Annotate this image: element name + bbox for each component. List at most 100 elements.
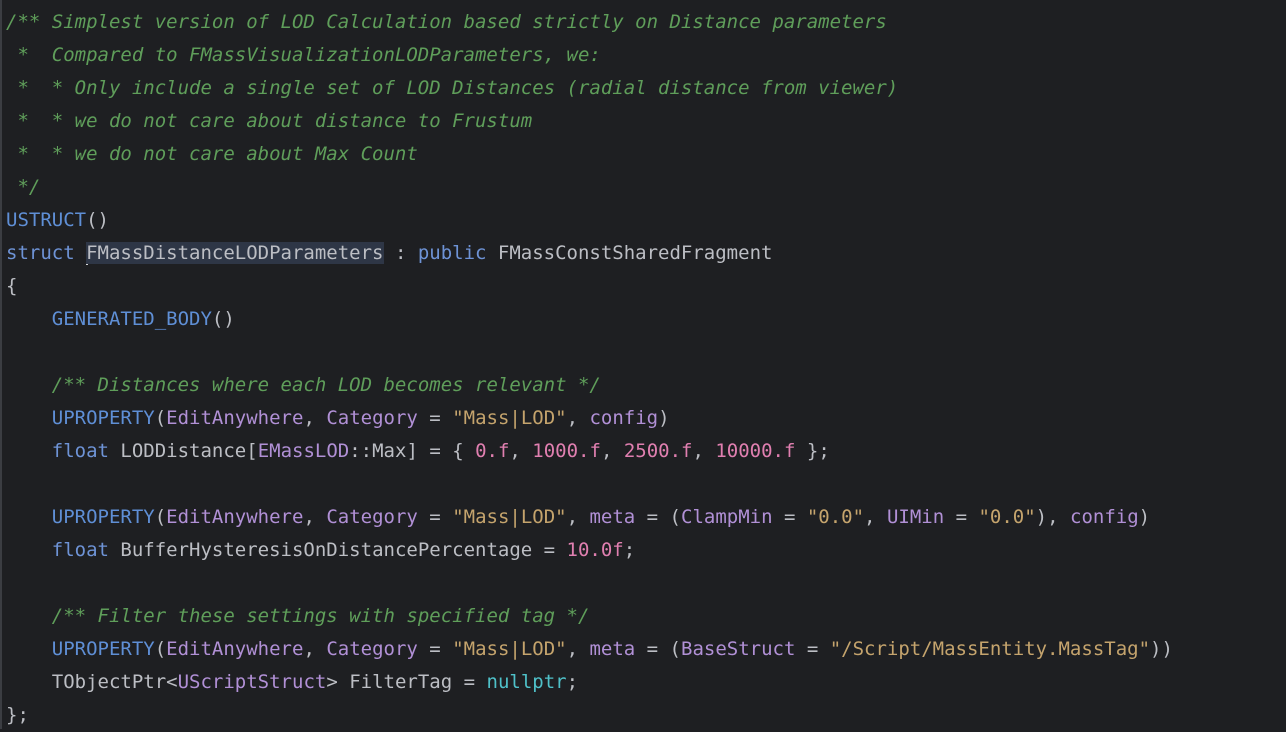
code-line[interactable]: { bbox=[6, 270, 17, 303]
code-token-punct: , bbox=[600, 440, 624, 462]
code-line[interactable]: */ bbox=[6, 171, 40, 204]
code-token-macro: UPROPERTY bbox=[51, 638, 155, 660]
code-token-punct: [ bbox=[246, 440, 258, 462]
code-token-str: "/Script/MassEntity.MassTag" bbox=[829, 638, 1151, 660]
code-token-punct: , bbox=[303, 506, 327, 528]
code-token-punct: = bbox=[452, 671, 487, 693]
code-token-num: 10000.f bbox=[715, 440, 796, 462]
code-line[interactable]: UPROPERTY(EditAnywhere, Category = "Mass… bbox=[6, 633, 1173, 666]
code-token-comment: * * Only include a single set of LOD Dis… bbox=[6, 77, 899, 99]
code-token-punct: , bbox=[566, 638, 590, 660]
code-token-punct: = bbox=[772, 506, 807, 528]
code-token-str: "0.0" bbox=[978, 506, 1036, 528]
code-token-ident: LODDistance bbox=[120, 440, 247, 462]
code-token-ident: TObjectPtr bbox=[51, 671, 167, 693]
code-token-param: Category bbox=[326, 506, 418, 528]
code-line[interactable]: * Compared to FMassVisualizationLODParam… bbox=[6, 39, 600, 72]
code-editor[interactable]: /** Simplest version of LOD Calculation … bbox=[0, 0, 1286, 729]
code-token-str: "Mass|LOD" bbox=[452, 506, 567, 528]
code-token-str: "Mass|LOD" bbox=[452, 638, 567, 660]
code-token-null: nullptr bbox=[486, 671, 567, 693]
code-token-param: EditAnywhere bbox=[166, 407, 304, 429]
code-token-punct: ) bbox=[658, 407, 670, 429]
code-token-param: meta bbox=[589, 638, 636, 660]
code-token-kw: public bbox=[417, 242, 498, 264]
code-token-param: ClampMin bbox=[681, 506, 773, 528]
code-token-punct: = ( bbox=[635, 506, 681, 528]
code-token-punct: = bbox=[532, 539, 567, 561]
code-token-punct: }; bbox=[795, 440, 830, 462]
code-token-kw: float bbox=[51, 440, 121, 462]
code-line[interactable]: }; bbox=[6, 699, 29, 732]
code-line[interactable]: * * we do not care about distance to Fru… bbox=[6, 105, 532, 138]
code-token-ident: Max bbox=[372, 440, 407, 462]
code-token-macro: UPROPERTY bbox=[51, 506, 155, 528]
code-token-punct: }; bbox=[6, 704, 29, 726]
code-token-comment: /** Filter these settings with specified… bbox=[51, 605, 590, 627]
code-token-punct: , bbox=[692, 440, 716, 462]
code-token-kw: struct bbox=[6, 242, 87, 264]
code-token-punct: , bbox=[864, 506, 887, 528]
code-token-str: "Mass|LOD" bbox=[452, 407, 567, 429]
code-token-kw: float bbox=[51, 539, 121, 561]
code-token-punct: ; bbox=[623, 539, 636, 561]
code-token-param: UIMin bbox=[886, 506, 945, 528]
code-token-punct: , bbox=[566, 407, 590, 429]
code-line[interactable]: struct FMassDistanceLODParameters : publ… bbox=[6, 237, 772, 270]
code-token-macro: USTRUCT bbox=[6, 209, 87, 231]
code-token-param: Category bbox=[326, 407, 418, 429]
code-token-ident: FMassDistanceLODParameters bbox=[86, 242, 384, 264]
code-token-punct: ( bbox=[154, 407, 167, 429]
code-token-punct: : bbox=[383, 242, 418, 264]
code-token-punct: )) bbox=[1150, 638, 1173, 660]
code-token-punct: = bbox=[417, 506, 453, 528]
code-token-punct: :: bbox=[349, 440, 373, 462]
code-token-macro: GENERATED_BODY bbox=[51, 308, 212, 330]
code-token-num: 2500.f bbox=[623, 440, 693, 462]
code-token-punct: () bbox=[211, 308, 235, 330]
code-token-punct: = bbox=[417, 407, 453, 429]
code-token-punct: < bbox=[166, 671, 178, 693]
code-token-punct: { bbox=[6, 275, 18, 297]
code-token-punct: ) bbox=[1138, 506, 1151, 528]
code-token-param: EditAnywhere bbox=[166, 506, 304, 528]
code-token-macro: UPROPERTY bbox=[51, 407, 155, 429]
code-line[interactable]: /** Distances where each LOD becomes rel… bbox=[6, 369, 601, 402]
code-token-ident: BufferHysteresisOnDistancePercentage bbox=[120, 539, 533, 561]
code-line[interactable]: float LODDistance[EMassLOD::Max] = { 0.f… bbox=[6, 435, 830, 468]
code-line[interactable]: UPROPERTY(EditAnywhere, Category = "Mass… bbox=[6, 402, 670, 435]
code-token-punct: > bbox=[326, 671, 350, 693]
code-token-param: meta bbox=[589, 506, 636, 528]
code-line[interactable]: * * Only include a single set of LOD Dis… bbox=[6, 72, 898, 105]
code-line[interactable]: UPROPERTY(EditAnywhere, Category = "Mass… bbox=[6, 501, 1150, 534]
code-token-num: 10.0f bbox=[566, 539, 624, 561]
code-line[interactable]: float BufferHysteresisOnDistancePercenta… bbox=[6, 534, 635, 567]
code-line[interactable]: * * we do not care about Max Count bbox=[6, 138, 417, 171]
code-token-punct: , bbox=[303, 638, 327, 660]
code-token-param: BaseStruct bbox=[681, 638, 796, 660]
code-line[interactable]: /** Simplest version of LOD Calculation … bbox=[6, 6, 887, 39]
code-line[interactable]: TObjectPtr<UScriptStruct> FilterTag = nu… bbox=[6, 666, 578, 699]
code-token-param: Category bbox=[326, 638, 418, 660]
code-token-punct: ] = { bbox=[406, 440, 476, 462]
code-token-punct: = bbox=[795, 638, 830, 660]
code-token-punct: ), bbox=[1035, 506, 1070, 528]
code-token-str: "0.0" bbox=[806, 506, 865, 528]
code-token-punct: = bbox=[944, 506, 979, 528]
code-token-comment: * * we do not care about distance to Fru… bbox=[6, 110, 533, 132]
code-line[interactable]: USTRUCT() bbox=[6, 204, 109, 237]
code-line[interactable]: GENERATED_BODY() bbox=[6, 303, 235, 336]
code-token-param: config bbox=[1070, 506, 1139, 528]
code-token-punct: () bbox=[86, 209, 109, 231]
code-token-param: EditAnywhere bbox=[166, 638, 304, 660]
code-token-comment: /** Simplest version of LOD Calculation … bbox=[6, 11, 887, 33]
code-line[interactable]: /** Filter these settings with specified… bbox=[6, 600, 590, 633]
code-token-punct: , bbox=[509, 440, 533, 462]
code-token-param: UScriptStruct bbox=[177, 671, 327, 693]
